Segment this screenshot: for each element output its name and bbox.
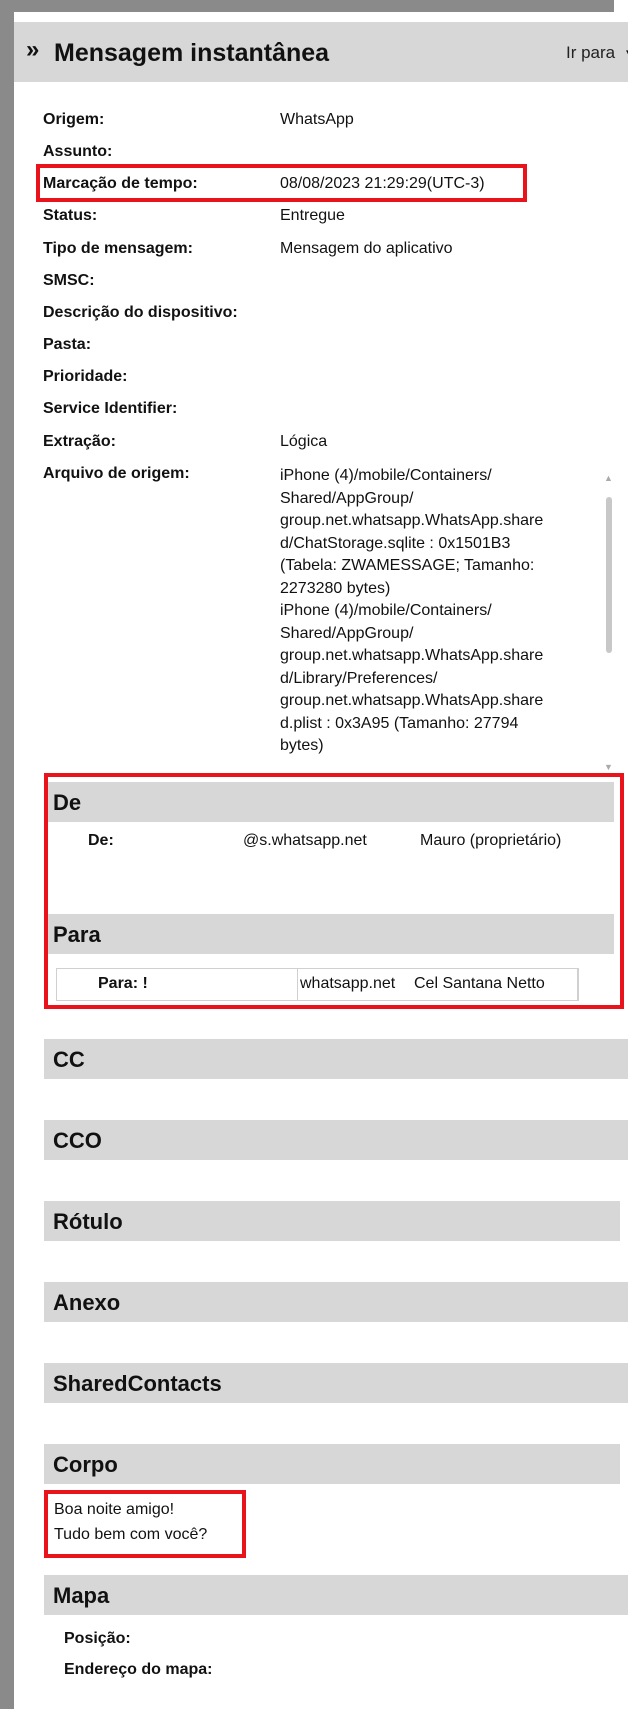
goto-menu-button[interactable]: Ir para	[566, 43, 615, 63]
map-address-label: Endereço do mapa:	[64, 1661, 213, 1678]
timestamp-highlight	[36, 164, 527, 202]
section-cc[interactable]: CC	[44, 1039, 628, 1079]
source-line: d.plist : 0x3A95 (Tamanho: 27794	[280, 714, 519, 732]
label-device-description: Descrição do dispositivo:	[43, 304, 238, 321]
value-message-type: Mensagem do aplicativo	[280, 240, 453, 257]
source-line: group.net.whatsapp.WhatsApp.share	[280, 692, 544, 709]
map-position-label: Posição:	[64, 1630, 131, 1647]
source-line: iPhone (4)/mobile/Containers/	[280, 467, 492, 484]
label-priority: Prioridade:	[43, 368, 128, 385]
body-highlight	[44, 1490, 246, 1558]
section-mapa[interactable]: Mapa	[44, 1575, 628, 1615]
label-folder: Pasta:	[43, 336, 92, 353]
source-line: iPhone (4)/mobile/Containers/	[280, 602, 492, 619]
panel-header: » Mensagem instantânea Ir para ▾	[14, 22, 628, 82]
label-extraction: Extração:	[43, 433, 116, 450]
label-status: Status:	[43, 207, 98, 224]
sender-recipient-highlight	[44, 773, 624, 1009]
label-message-type: Tipo de mensagem:	[43, 240, 193, 257]
label-source-file: Arquivo de origem:	[43, 465, 190, 482]
section-mapa-title: Mapa	[53, 1583, 110, 1608]
value-extraction: Lógica	[280, 433, 328, 450]
section-anexo-title: Anexo	[53, 1290, 121, 1315]
source-line: d/Library/Preferences/	[280, 669, 438, 687]
source-line: group.net.whatsapp.WhatsApp.share	[280, 647, 544, 664]
source-line: group.net.whatsapp.WhatsApp.share	[280, 512, 544, 529]
label-assunto: Assunto:	[43, 143, 113, 160]
section-rotulo[interactable]: Rótulo	[44, 1201, 620, 1241]
source-line: Shared/AppGroup/	[280, 489, 414, 507]
source-line: (Tabela: ZWAMESSAGE; Tamanho:	[280, 557, 535, 574]
section-corpo[interactable]: Corpo	[44, 1444, 620, 1484]
label-service-identifier: Service Identifier:	[43, 400, 178, 417]
section-rotulo-title: Rótulo	[53, 1209, 123, 1234]
collapse-chevron-icon[interactable]: »	[26, 36, 39, 64]
section-cco-title: CCO	[53, 1128, 102, 1153]
scroll-up-icon[interactable]: ▲	[604, 473, 613, 483]
source-line: Shared/AppGroup/	[280, 624, 414, 642]
source-line: 2273280 bytes)	[280, 579, 391, 597]
source-file-list: iPhone (4)/mobile/Containers/ Shared/App…	[280, 465, 580, 773]
scroll-down-icon[interactable]: ▼	[604, 762, 613, 772]
section-cc-title: CC	[53, 1047, 85, 1072]
label-origem: Origem:	[43, 111, 105, 128]
source-line: d/ChatStorage.sqlite : 0x1501B3	[280, 534, 511, 552]
source-line: bytes)	[280, 737, 324, 754]
panel-title: Mensagem instantânea	[54, 39, 330, 67]
value-origem: WhatsApp	[280, 111, 354, 128]
section-cco[interactable]: CCO	[44, 1120, 628, 1160]
section-corpo-title: Corpo	[53, 1452, 118, 1477]
section-anexo[interactable]: Anexo	[44, 1282, 628, 1322]
label-smsc: SMSC:	[43, 272, 95, 289]
section-shared-contacts[interactable]: SharedContacts	[44, 1363, 628, 1403]
section-shared-contacts-title: SharedContacts	[53, 1371, 222, 1396]
scroll-thumb[interactable]	[606, 497, 612, 653]
value-status: Entregue	[280, 207, 345, 224]
